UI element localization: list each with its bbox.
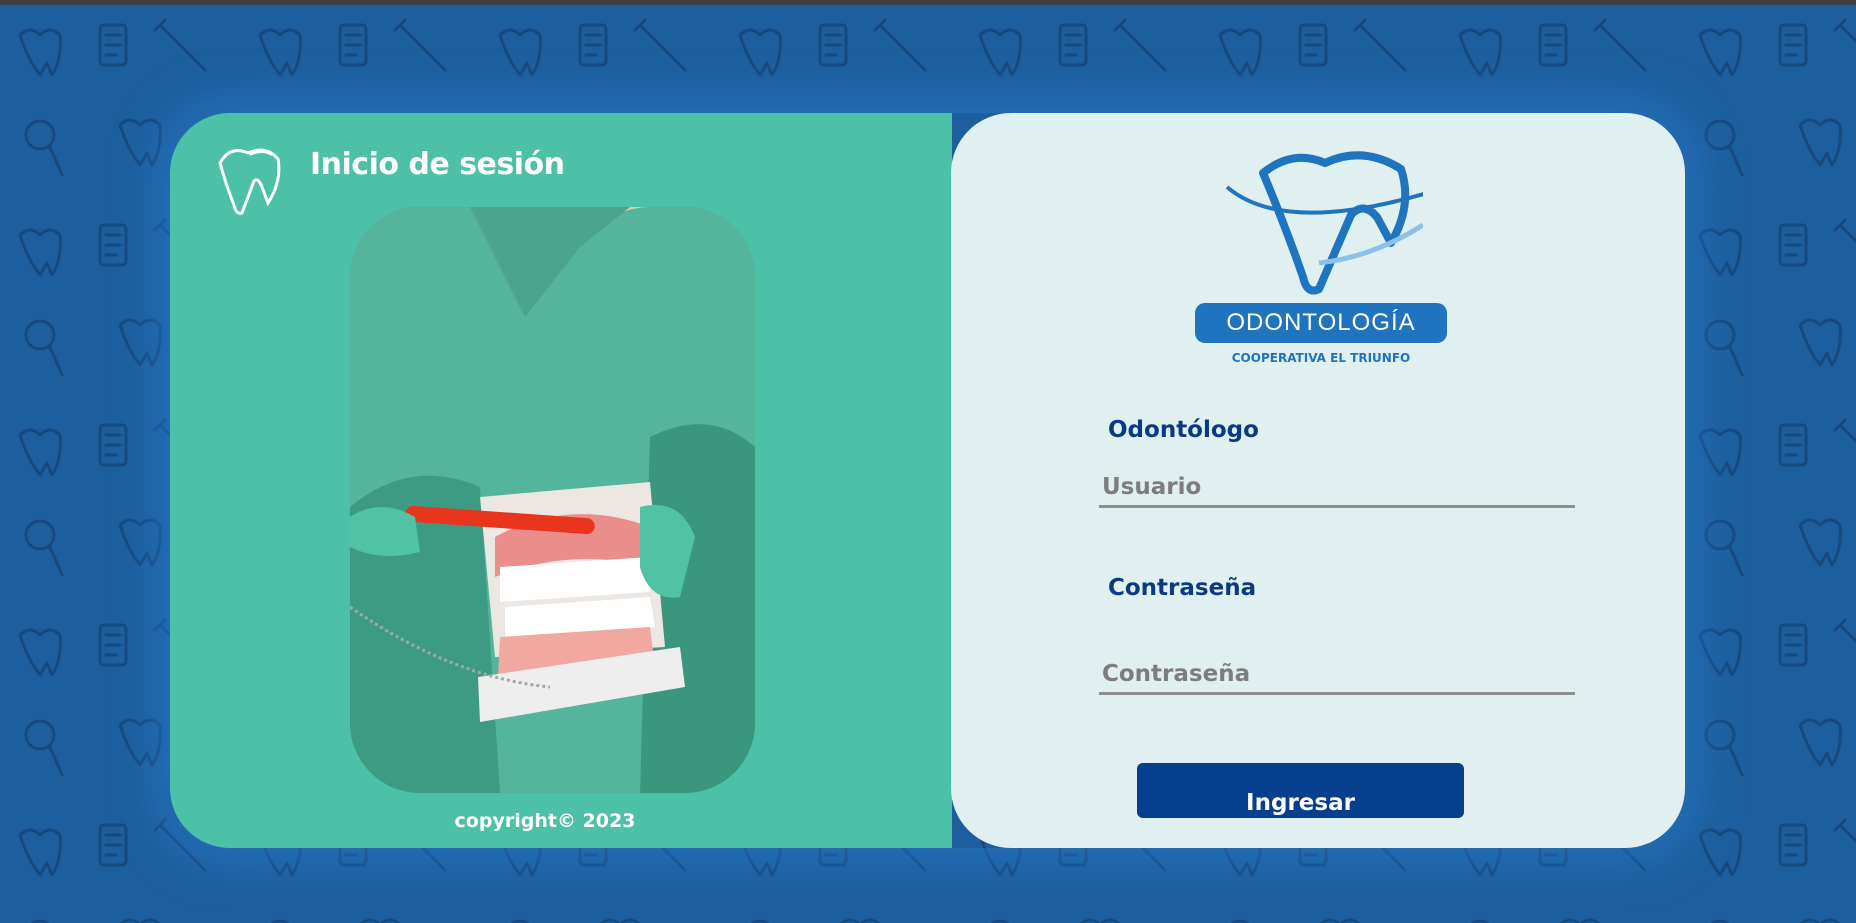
tooth-logo-icon (1225, 151, 1423, 295)
password-input[interactable] (1099, 655, 1575, 695)
user-label: Odontólogo (1108, 417, 1259, 443)
login-button[interactable]: Ingresar (1137, 763, 1464, 818)
login-right-panel: ODONTOLOGÍA COOPERATIVA EL TRIUNFO Odont… (951, 113, 1685, 848)
tooth-outline-icon (218, 148, 281, 215)
page-title: Inicio de sesión (310, 147, 565, 182)
dentist-photo (350, 207, 755, 793)
username-input[interactable] (1099, 468, 1575, 508)
login-left-panel: Inicio de sesión copyright© 2023 (170, 113, 952, 848)
copyright-text: copyright© 2023 (454, 810, 636, 832)
login-card: Inicio de sesión copyright© 2023 ODONTOL… (170, 113, 1685, 848)
dental-model-illustration (350, 207, 755, 793)
brand-subtitle: COOPERATIVA EL TRIUNFO (1231, 351, 1411, 365)
brand-name: ODONTOLOGÍA (1195, 303, 1447, 343)
password-label: Contraseña (1108, 575, 1257, 601)
